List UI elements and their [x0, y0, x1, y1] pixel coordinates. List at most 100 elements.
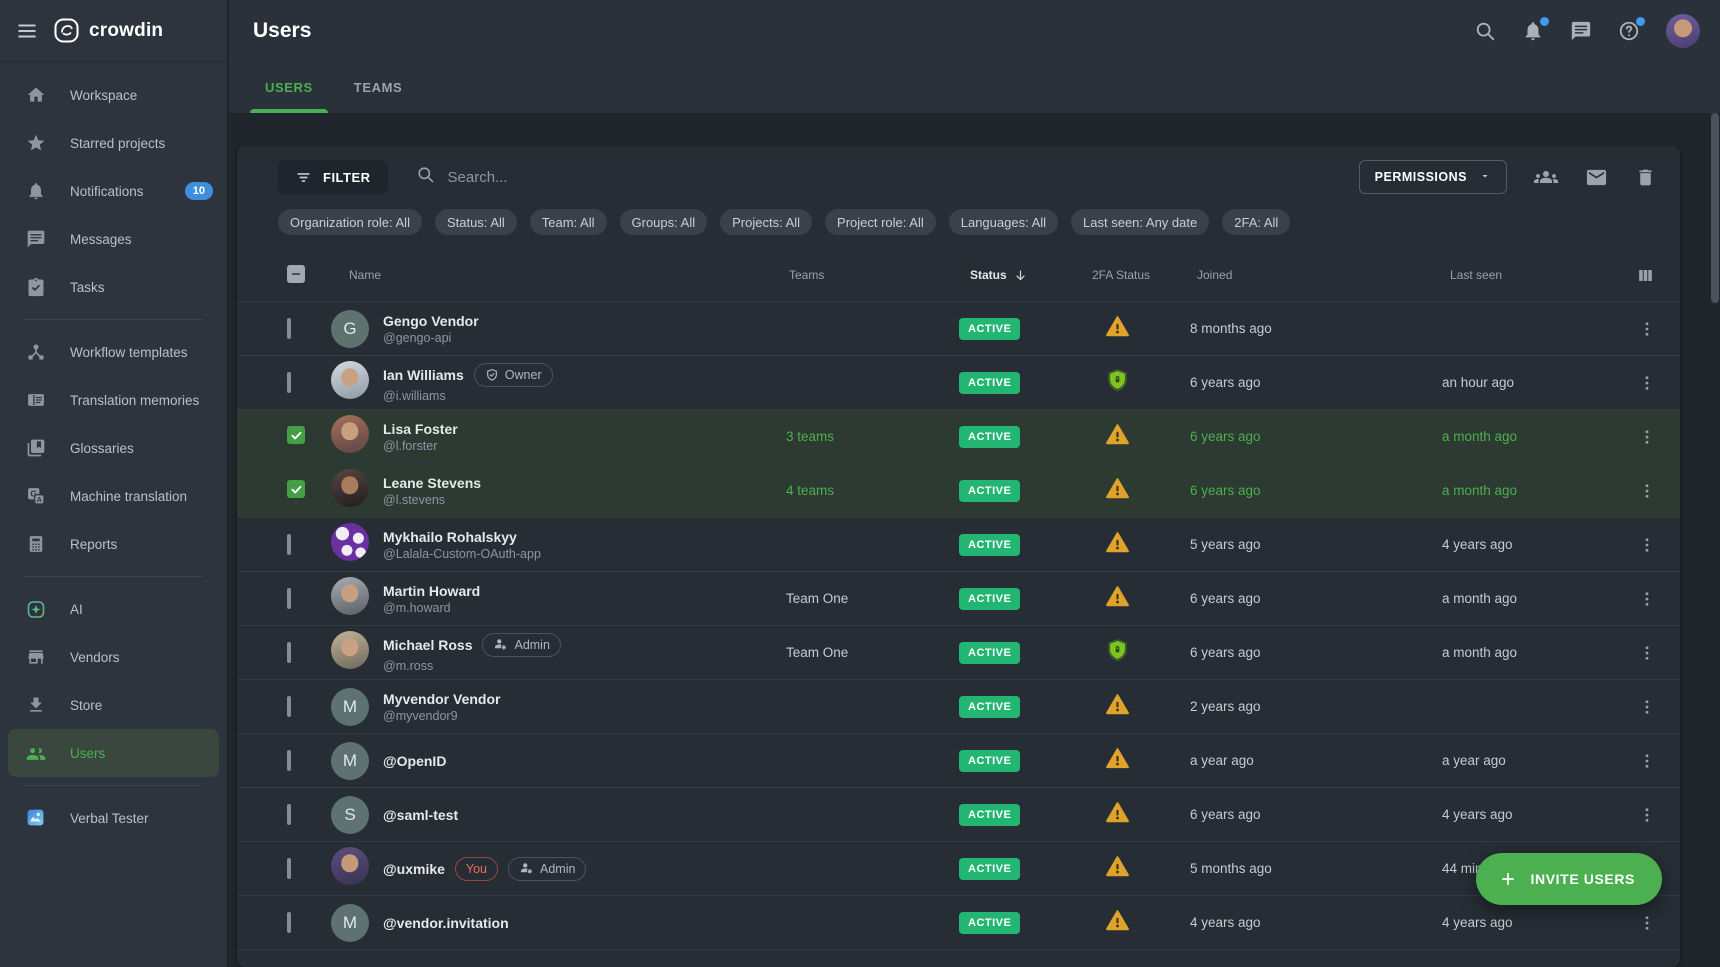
sidebar-item-vendors[interactable]: Vendors: [0, 633, 227, 681]
hamburger-menu-icon[interactable]: [16, 20, 38, 42]
user-avatar[interactable]: [1666, 14, 1700, 48]
sidebar-item-label: Notifications: [70, 184, 144, 199]
row-checkbox[interactable]: [287, 912, 291, 933]
column-header-status[interactable]: Status: [959, 268, 1069, 283]
joined-cell: 5 years ago: [1190, 536, 1442, 554]
sidebar-item-workflow-templates[interactable]: Workflow templates: [0, 328, 227, 376]
row-menu-button[interactable]: [1638, 644, 1656, 662]
sidebar-header: crowdin: [0, 0, 228, 62]
row-checkbox[interactable]: [287, 318, 291, 339]
row-menu-button[interactable]: [1638, 914, 1656, 932]
badge-label: Admin: [514, 638, 549, 652]
invite-users-label: INVITE USERS: [1531, 871, 1635, 887]
invite-users-button[interactable]: INVITE USERS: [1476, 853, 1662, 905]
table-row[interactable]: Ian WilliamsOwner@i.williamsACTIVE6 year…: [237, 356, 1680, 410]
sidebar-item-store[interactable]: Store: [0, 681, 227, 729]
table-row[interactable]: GGengo Vendor@gengo-apiACTIVE8 months ag…: [237, 302, 1680, 356]
joined-value: 5 years ago: [1190, 537, 1261, 552]
row-checkbox[interactable]: [287, 858, 291, 879]
sidebar-item-tasks[interactable]: Tasks: [0, 263, 227, 311]
row-menu-button[interactable]: [1638, 590, 1656, 608]
search-input[interactable]: [448, 169, 846, 186]
table-row[interactable]: M@vendor.invitationACTIVE4 years ago4 ye…: [237, 896, 1680, 950]
filter-chip[interactable]: Projects: All: [720, 209, 812, 235]
messages-chat-icon[interactable]: [1570, 20, 1592, 42]
user-handle: @m.ross: [383, 659, 786, 673]
table-row[interactable]: S@saml-testACTIVE6 years ago4 years ago: [237, 788, 1680, 842]
filter-chip[interactable]: Languages: All: [949, 209, 1058, 235]
row-checkbox[interactable]: [287, 750, 291, 771]
table-row[interactable]: MMyvendor Vendor@myvendor9ACTIVE2 years …: [237, 680, 1680, 734]
page-scrollbar[interactable]: [1711, 113, 1719, 303]
sidebar-item-machine-translation[interactable]: GAMachine translation: [0, 472, 227, 520]
sidebar-item-verbal-tester[interactable]: Verbal Tester: [0, 794, 227, 842]
sidebar-item-glossaries[interactable]: Glossaries: [0, 424, 227, 472]
row-menu-button[interactable]: [1638, 320, 1656, 338]
tab-users[interactable]: USERS: [250, 62, 328, 113]
table-row[interactable]: @uxmikeYouAdminACTIVE5 months ago44 minu…: [237, 842, 1680, 896]
help-icon[interactable]: [1618, 20, 1640, 42]
sidebar-item-notifications[interactable]: Notifications10: [0, 167, 227, 215]
user-name-cell: Gengo Vendor@gengo-api: [383, 313, 786, 345]
table-row[interactable]: M@OpenIDACTIVEa year agoa year ago: [237, 734, 1680, 788]
row-menu-button[interactable]: [1638, 374, 1656, 392]
filter-chip[interactable]: Team: All: [530, 209, 607, 235]
status-cell: ACTIVE: [959, 912, 1069, 934]
mail-icon[interactable]: [1585, 166, 1608, 189]
row-menu-button[interactable]: [1638, 482, 1656, 500]
row-checkbox[interactable]: [287, 588, 291, 609]
filter-chip[interactable]: Project role: All: [825, 209, 936, 235]
select-all-checkbox[interactable]: [287, 265, 305, 283]
notifications-bell-icon[interactable]: [1522, 20, 1544, 42]
row-checkbox[interactable]: [287, 804, 291, 825]
sidebar-item-workspace[interactable]: Workspace: [0, 71, 227, 119]
sidebar-item-ai[interactable]: AI: [0, 585, 227, 633]
row-menu-button[interactable]: [1638, 698, 1656, 716]
row-checkbox-cell: [287, 698, 331, 716]
row-checkbox[interactable]: [287, 642, 291, 663]
sidebar-item-label: Workspace: [70, 88, 137, 103]
joined-value: 5 months ago: [1190, 861, 1272, 876]
row-checkbox[interactable]: [287, 534, 291, 555]
sidebar-item-reports[interactable]: Reports: [0, 520, 227, 568]
row-checkbox[interactable]: [287, 372, 291, 393]
table-row[interactable]: Leane Stevens@l.stevens4 teamsACTIVE6 ye…: [237, 464, 1680, 518]
avatar-face: [341, 369, 358, 386]
filter-chip[interactable]: Last seen: Any date: [1071, 209, 1209, 235]
joined-value: 2 years ago: [1190, 699, 1261, 714]
table-row[interactable]: Michael RossAdmin@m.rossTeam OneACTIVE6 …: [237, 626, 1680, 680]
filter-button[interactable]: FILTER: [278, 160, 388, 194]
row-menu-button[interactable]: [1638, 536, 1656, 554]
row-checkbox[interactable]: [287, 480, 305, 498]
filter-chip[interactable]: Groups: All: [620, 209, 708, 235]
row-menu-button[interactable]: [1638, 752, 1656, 770]
sidebar-item-messages[interactable]: Messages: [0, 215, 227, 263]
sidebar-item-translation-memories[interactable]: Translation memories: [0, 376, 227, 424]
table-row[interactable]: Lisa Foster@l.forster3 teamsACTIVE6 year…: [237, 410, 1680, 464]
workflow-icon: [26, 342, 46, 362]
admin-badge: Admin: [482, 633, 560, 657]
teams-value[interactable]: 4 teams: [786, 483, 834, 498]
filter-chip[interactable]: 2FA: All: [1222, 209, 1290, 235]
user-name-line: Lisa Foster: [383, 421, 786, 437]
trash-icon[interactable]: [1635, 167, 1656, 188]
sidebar-item-users[interactable]: Users: [8, 729, 219, 777]
permissions-dropdown[interactable]: PERMISSIONS: [1359, 160, 1507, 194]
teams-value[interactable]: 3 teams: [786, 429, 834, 444]
filter-chip[interactable]: Status: All: [435, 209, 517, 235]
row-checkbox[interactable]: [287, 696, 291, 717]
row-menu-button[interactable]: [1638, 428, 1656, 446]
user-handle: @gengo-api: [383, 331, 786, 345]
column-settings-icon[interactable]: [1636, 266, 1656, 285]
search-icon[interactable]: [1474, 20, 1496, 42]
row-menu-button[interactable]: [1638, 806, 1656, 824]
groups-icon[interactable]: [1534, 165, 1558, 189]
crowdin-logo[interactable]: crowdin: [53, 17, 163, 44]
table-row[interactable]: Mykhailo Rohalskyy@Lalala-Custom-OAuth-a…: [237, 518, 1680, 572]
row-checkbox[interactable]: [287, 426, 305, 444]
sidebar-item-starred-projects[interactable]: Starred projects: [0, 119, 227, 167]
table-row[interactable]: Martin Howard@m.howardTeam OneACTIVE6 ye…: [237, 572, 1680, 626]
avatar-cell: [331, 631, 383, 674]
tab-teams[interactable]: TEAMS: [339, 62, 418, 113]
filter-chip[interactable]: Organization role: All: [278, 209, 422, 235]
